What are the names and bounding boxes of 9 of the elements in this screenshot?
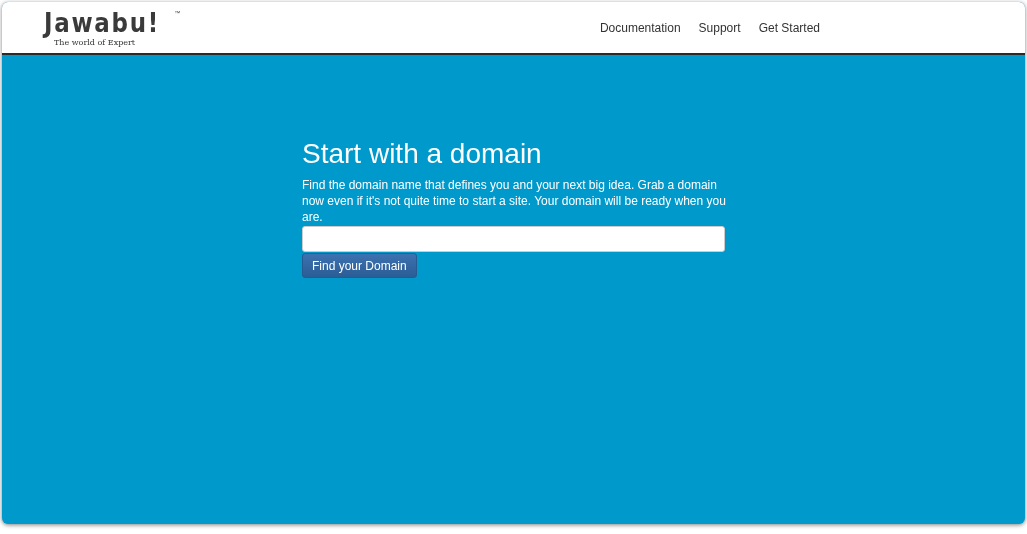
domain-input-field[interactable]	[302, 226, 725, 252]
nav-link[interactable]: Support	[698, 18, 741, 37]
hero-title: Start with a domain	[302, 137, 543, 171]
nav-link[interactable]: Get Started	[758, 18, 820, 37]
hero-description: Find the domain name that defines you and your next big idea. Grab a domain now even if it's not quite time to start a site. Your domain will be ready when you are.	[302, 177, 727, 225]
nav-link[interactable]: Documentation	[599, 18, 681, 37]
logo-text[interactable]: Jawabu!	[44, 7, 160, 38]
logo-tagline: The world of Expert	[54, 37, 136, 48]
find-domain-button[interactable]: Find your Domain	[302, 253, 417, 278]
